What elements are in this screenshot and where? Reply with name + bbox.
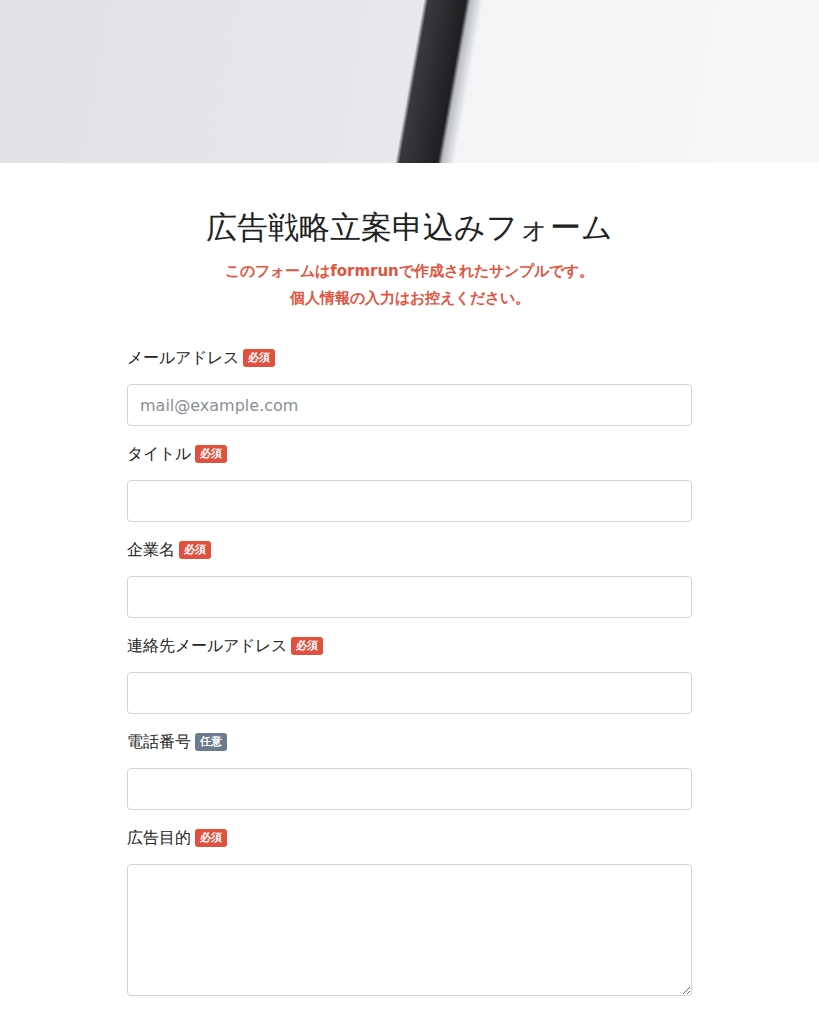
optional-badge: 任意 — [195, 733, 227, 751]
required-badge: 必須 — [291, 637, 323, 655]
required-badge: 必須 — [179, 541, 211, 559]
header-photo — [0, 0, 819, 163]
text-input[interactable] — [127, 672, 692, 714]
field-label-row: 電話番号 任意 — [127, 730, 692, 754]
form-field: メールアドレス 必須 — [127, 346, 692, 426]
field-label: 企業名 — [127, 540, 175, 561]
text-input[interactable] — [127, 768, 692, 810]
textarea-field[interactable] — [127, 864, 692, 996]
field-label: 広告目的 — [127, 828, 191, 849]
field-label: 電話番号 — [127, 732, 191, 753]
form-title: 広告戦略立案申込みフォーム — [127, 209, 692, 246]
field-label-row: メールアドレス 必須 — [127, 346, 692, 370]
notice-line: 個人情報の入力はお控えください。 — [127, 285, 692, 312]
text-input[interactable] — [127, 384, 692, 426]
form-field: 企業名 必須 — [127, 538, 692, 618]
text-input[interactable] — [127, 480, 692, 522]
form-field: 電話番号 任意 — [127, 730, 692, 810]
field-label: メールアドレス — [127, 348, 239, 369]
field-label-row: 広告目的 必須 — [127, 826, 692, 850]
field-label-row: タイトル 必須 — [127, 442, 692, 466]
field-label: タイトル — [127, 444, 191, 465]
notice: このフォームはformrunで作成されたサンプルです。個人情報の入力はお控えくだ… — [127, 258, 692, 312]
form-field: タイトル 必須 — [127, 442, 692, 522]
form-field: 広告目的 必須 — [127, 826, 692, 996]
notice-line: このフォームはformrunで作成されたサンプルです。 — [127, 258, 692, 285]
form-field: 連絡先メールアドレス 必須 — [127, 634, 692, 714]
text-input[interactable] — [127, 576, 692, 618]
field-label-row: 連絡先メールアドレス 必須 — [127, 634, 692, 658]
form-page: 広告戦略立案申込みフォーム このフォームはformrunで作成されたサンプルです… — [0, 0, 819, 1024]
field-label-row: 企業名 必須 — [127, 538, 692, 562]
required-badge: 必須 — [195, 829, 227, 847]
required-badge: 必須 — [243, 349, 275, 367]
form: 広告戦略立案申込みフォーム このフォームはformrunで作成されたサンプルです… — [127, 163, 692, 1024]
field-label: 連絡先メールアドレス — [127, 636, 287, 657]
required-badge: 必須 — [195, 445, 227, 463]
field-list: メールアドレス 必須 タイトル 必須 企業名 必須 連絡先メールアドレス 必須 … — [127, 346, 692, 996]
